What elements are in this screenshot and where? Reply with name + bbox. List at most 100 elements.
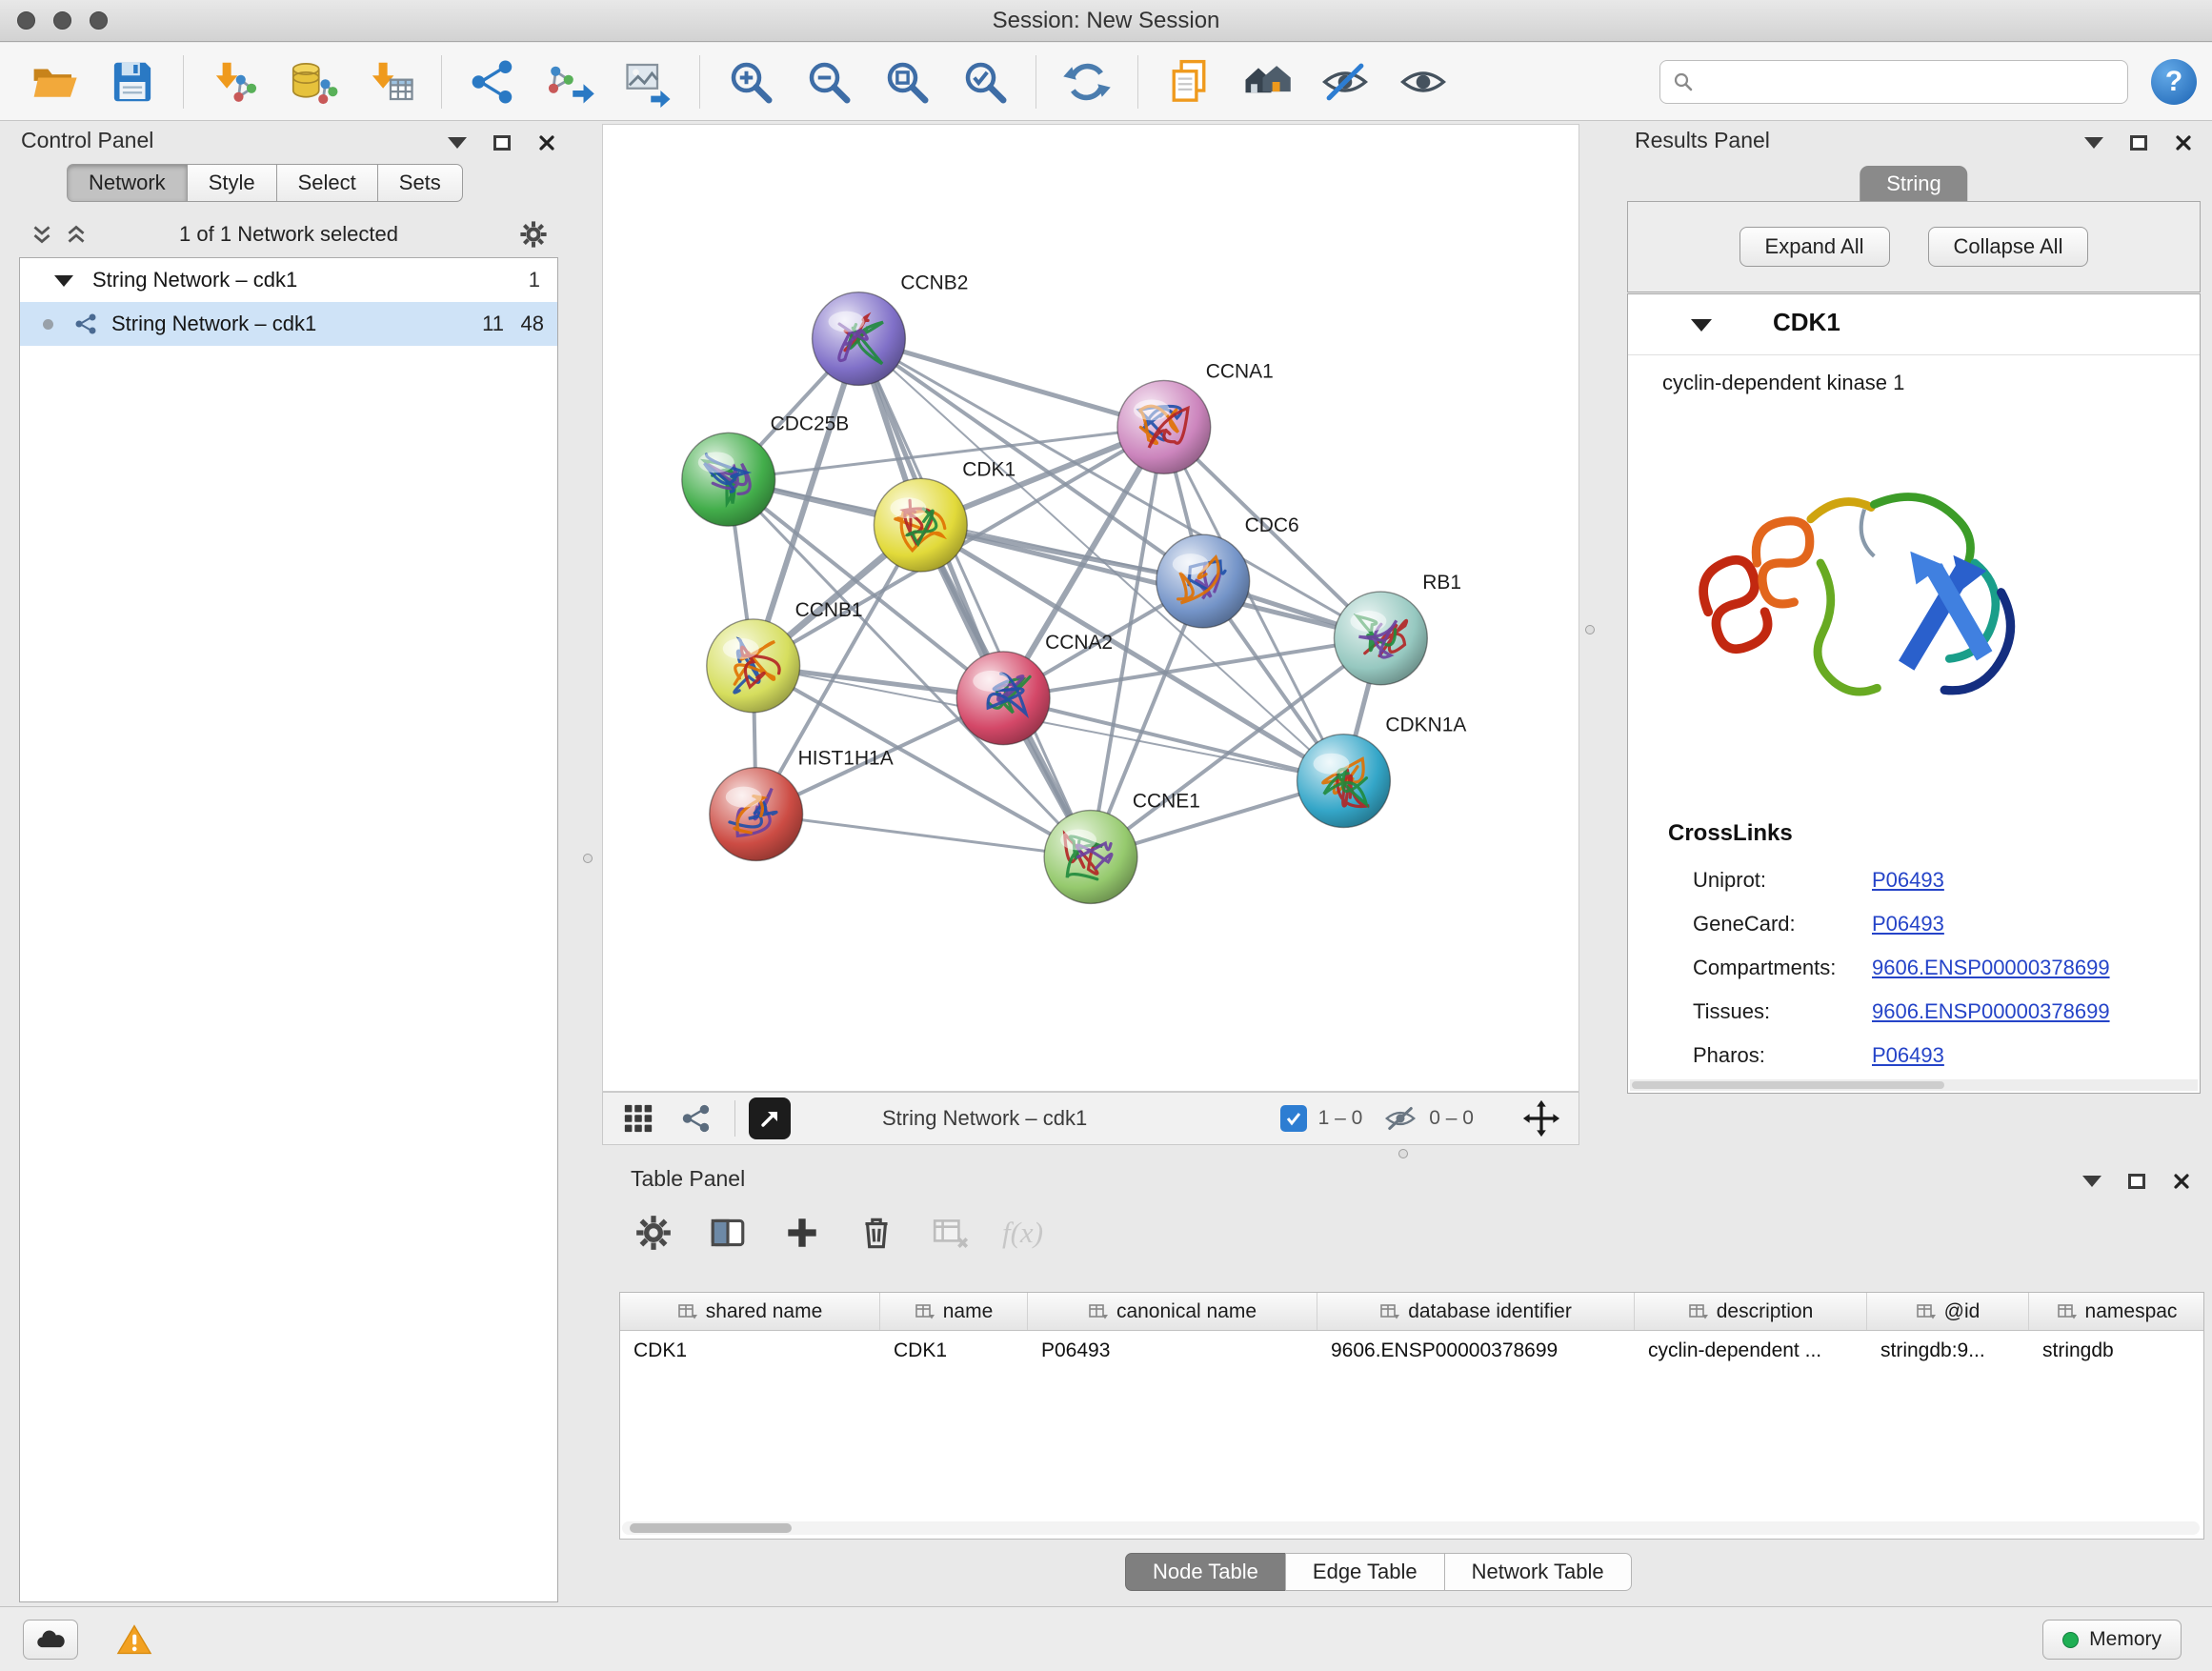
close-panel-icon[interactable] bbox=[2172, 1172, 2191, 1191]
table-row[interactable]: CDK1CDK1P064939606.ENSP00000378699cyclin… bbox=[620, 1331, 2203, 1371]
close-panel-icon[interactable] bbox=[537, 133, 556, 152]
float-panel-icon[interactable] bbox=[493, 135, 511, 151]
network-node-ccnb1[interactable]: CCNB1 bbox=[707, 599, 863, 713]
refresh-button[interactable] bbox=[1056, 51, 1117, 112]
grid-view-button[interactable] bbox=[618, 1098, 658, 1138]
minimize-window-button[interactable] bbox=[53, 11, 71, 30]
create-column-button[interactable] bbox=[779, 1210, 825, 1256]
export-image-button[interactable] bbox=[618, 51, 679, 112]
close-panel-icon[interactable] bbox=[2174, 133, 2193, 152]
tab-sets[interactable]: Sets bbox=[377, 164, 463, 202]
search-box[interactable] bbox=[1659, 60, 2128, 104]
column-header-description[interactable]: description bbox=[1635, 1293, 1867, 1330]
float-panel-icon[interactable] bbox=[2128, 1174, 2145, 1189]
search-input[interactable] bbox=[1702, 70, 2116, 93]
vertical-splitter-handle[interactable] bbox=[1585, 625, 1595, 634]
export-network-button[interactable] bbox=[540, 51, 601, 112]
zoom-out-button[interactable] bbox=[798, 51, 859, 112]
selected-checkbox[interactable] bbox=[1280, 1105, 1307, 1132]
network-node-ccna1[interactable]: CCNA1 bbox=[1117, 360, 1274, 473]
collapse-all-icon[interactable] bbox=[29, 221, 55, 248]
network-node-hist1h1a[interactable]: HIST1H1A bbox=[710, 748, 894, 861]
crosslink-link[interactable]: 9606.ENSP00000378699 bbox=[1872, 999, 2110, 1024]
network-overview-button[interactable] bbox=[675, 1098, 715, 1138]
column-header-namespac[interactable]: namespac bbox=[2029, 1293, 2204, 1330]
panel-menu-icon[interactable] bbox=[2084, 137, 2103, 149]
warnings-button[interactable] bbox=[107, 1620, 162, 1660]
column-header-database-identifier[interactable]: database identifier bbox=[1317, 1293, 1635, 1330]
tab-network[interactable]: Network bbox=[67, 164, 188, 202]
zoom-selected-button[interactable] bbox=[955, 51, 1016, 112]
function-builder-button[interactable]: f(x) bbox=[1002, 1210, 1043, 1256]
column-header-canonical-name[interactable]: canonical name bbox=[1028, 1293, 1317, 1330]
hide-selected-button[interactable] bbox=[1315, 51, 1376, 112]
table-cell[interactable]: P06493 bbox=[1028, 1331, 1317, 1371]
vertical-splitter-handle[interactable] bbox=[583, 854, 593, 863]
delete-column-button[interactable] bbox=[854, 1210, 899, 1256]
tab-network-table[interactable]: Network Table bbox=[1444, 1553, 1632, 1591]
network-collection-row[interactable]: String Network – cdk1 1 bbox=[20, 258, 557, 302]
new-network-button[interactable] bbox=[462, 51, 523, 112]
table-cell[interactable]: CDK1 bbox=[880, 1331, 1028, 1371]
results-scrollbar-thumb[interactable] bbox=[1632, 1081, 1944, 1089]
network-view[interactable]: CCNB2CCNA1CDC25BCDK1CDC6RB1CCNB1CCNA2CDK… bbox=[602, 124, 1579, 1092]
network-node-cdk1[interactable]: CDK1 bbox=[874, 458, 1016, 572]
network-options-gear-icon[interactable] bbox=[518, 219, 549, 250]
panel-menu-icon[interactable] bbox=[448, 137, 467, 149]
close-window-button[interactable] bbox=[17, 11, 35, 30]
float-panel-icon[interactable] bbox=[2130, 135, 2147, 151]
tab-string[interactable]: String bbox=[1860, 166, 1967, 202]
results-scrollbar[interactable] bbox=[1630, 1079, 2198, 1091]
network-row-selected[interactable]: String Network – cdk1 11 48 bbox=[20, 302, 557, 346]
maximize-window-button[interactable] bbox=[90, 11, 108, 30]
crosslink-link[interactable]: P06493 bbox=[1872, 1043, 1944, 1068]
collapse-all-button[interactable]: Collapse All bbox=[1928, 227, 2089, 267]
gene-header[interactable]: CDK1 bbox=[1628, 294, 2200, 355]
horizontal-splitter-handle[interactable] bbox=[1398, 1149, 1408, 1158]
table-cell[interactable]: 9606.ENSP00000378699 bbox=[1317, 1331, 1635, 1371]
pan-mode-button[interactable] bbox=[1519, 1097, 1563, 1140]
collapse-gene-icon[interactable] bbox=[1691, 319, 1712, 332]
network-node-rb1[interactable]: RB1 bbox=[1334, 572, 1461, 685]
clone-network-button[interactable] bbox=[1158, 51, 1219, 112]
import-network-database-button[interactable] bbox=[282, 51, 343, 112]
network-canvas-svg[interactable]: CCNB2CCNA1CDC25BCDK1CDC6RB1CCNB1CCNA2CDK… bbox=[603, 125, 1579, 1091]
column-header--id[interactable]: @id bbox=[1867, 1293, 2029, 1330]
expand-collection-icon[interactable] bbox=[54, 275, 73, 287]
birds-eye-view-button[interactable] bbox=[749, 1097, 791, 1139]
crosslink-link[interactable]: 9606.ENSP00000378699 bbox=[1872, 956, 2110, 980]
show-all-button[interactable] bbox=[1393, 51, 1454, 112]
import-network-file-button[interactable] bbox=[204, 51, 265, 112]
memory-button[interactable]: Memory bbox=[2042, 1620, 2182, 1660]
delete-table-button[interactable] bbox=[928, 1210, 974, 1256]
zoom-in-button[interactable] bbox=[720, 51, 781, 112]
panel-menu-icon[interactable] bbox=[2082, 1176, 2101, 1187]
tab-node-table[interactable]: Node Table bbox=[1125, 1553, 1286, 1591]
table-horizontal-scrollbar[interactable] bbox=[622, 1521, 2200, 1535]
tab-select[interactable]: Select bbox=[276, 164, 378, 202]
network-node-cdkn1a[interactable]: CDKN1A bbox=[1297, 715, 1467, 828]
help-button[interactable]: ? bbox=[2151, 59, 2197, 105]
column-header-shared-name[interactable]: shared name bbox=[620, 1293, 880, 1330]
show-columns-button[interactable] bbox=[705, 1210, 751, 1256]
zoom-fit-button[interactable] bbox=[876, 51, 937, 112]
save-session-button[interactable] bbox=[102, 51, 163, 112]
cloud-sync-button[interactable] bbox=[23, 1620, 78, 1660]
table-scrollbar-thumb[interactable] bbox=[630, 1523, 792, 1533]
expand-all-icon[interactable] bbox=[63, 221, 90, 248]
first-neighbors-button[interactable] bbox=[1237, 51, 1297, 112]
column-header-name[interactable]: name bbox=[880, 1293, 1028, 1330]
table-options-button[interactable] bbox=[631, 1210, 676, 1256]
open-session-button[interactable] bbox=[24, 51, 85, 112]
expand-all-button[interactable]: Expand All bbox=[1739, 227, 1890, 267]
import-table-button[interactable] bbox=[360, 51, 421, 112]
crosslink-link[interactable]: P06493 bbox=[1872, 868, 1944, 893]
network-node-ccnb2[interactable]: CCNB2 bbox=[813, 272, 969, 386]
tab-edge-table[interactable]: Edge Table bbox=[1285, 1553, 1445, 1591]
table-cell[interactable]: stringdb bbox=[2029, 1331, 2204, 1371]
tab-style[interactable]: Style bbox=[187, 164, 277, 202]
table-cell[interactable]: CDK1 bbox=[620, 1331, 880, 1371]
table-cell[interactable]: cyclin-dependent ... bbox=[1635, 1331, 1867, 1371]
crosslink-link[interactable]: P06493 bbox=[1872, 912, 1944, 936]
table-cell[interactable]: stringdb:9... bbox=[1867, 1331, 2029, 1371]
